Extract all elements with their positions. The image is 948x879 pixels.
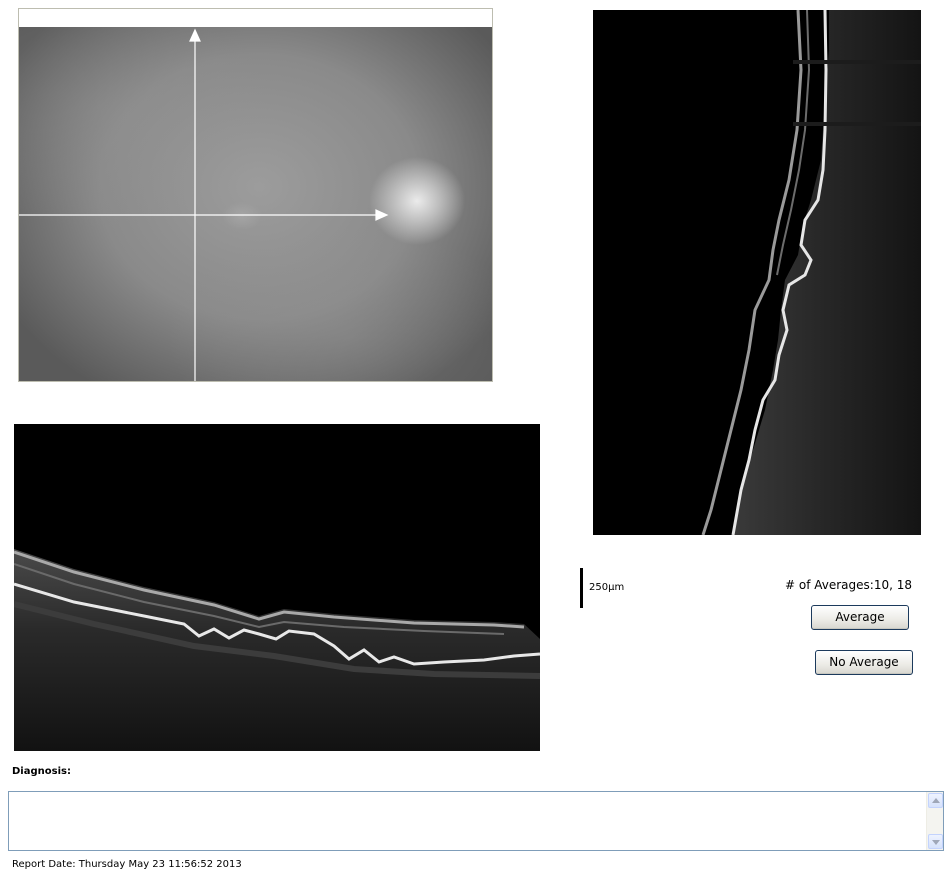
oct-vertical-scan (593, 10, 921, 535)
horizontal-scan-arrow-icon (375, 209, 389, 221)
scroll-up-button[interactable] (928, 793, 943, 808)
averages-count: # of Averages:10, 18 (785, 578, 912, 592)
scan-lines-overlay (19, 28, 389, 381)
arrow-up-icon (932, 798, 940, 803)
scale-bar (580, 568, 583, 608)
arrow-down-icon (932, 840, 940, 845)
average-button[interactable]: Average (811, 605, 909, 630)
diagnosis-field (8, 791, 944, 851)
diagnosis-scrollbar[interactable] (926, 792, 943, 850)
diagnosis-textarea[interactable] (9, 792, 927, 850)
no-average-button[interactable]: No Average (815, 650, 913, 675)
diagnosis-label: Diagnosis: (12, 766, 71, 777)
scroll-down-button[interactable] (928, 834, 943, 849)
vertical-scan-arrow-icon (189, 28, 201, 42)
fundus-image-frame (18, 8, 493, 382)
scale-label: 250µm (589, 582, 625, 593)
oct-vertical-scan-image (701, 10, 921, 535)
oct-horizontal-scan (14, 424, 540, 751)
report-date: Report Date: Thursday May 23 11:56:52 20… (12, 859, 242, 870)
oct-horizontal-scan-image (14, 549, 540, 751)
